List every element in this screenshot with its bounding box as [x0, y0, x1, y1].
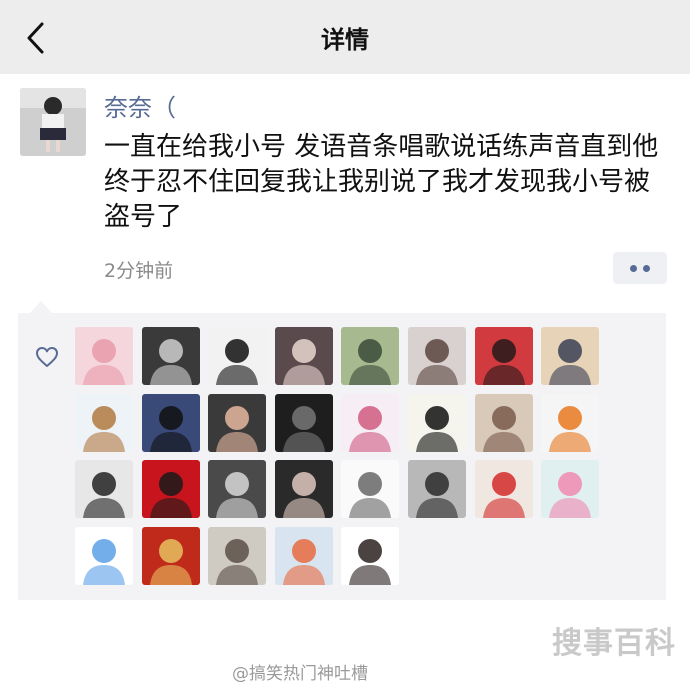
pink-hair-girl-avatar-icon	[541, 460, 599, 518]
liker-avatar[interactable]	[408, 394, 466, 452]
liker-avatar[interactable]	[142, 460, 200, 518]
liker-avatar[interactable]	[408, 327, 466, 385]
author-avatar[interactable]	[20, 88, 86, 156]
more-options-button[interactable]	[613, 252, 667, 284]
post-text: 一直在给我小号 发语音条唱歌说话练声音直到他终于忍不住回复我让我别说了我才发现我…	[104, 132, 659, 232]
chibi-girl-avatar-icon	[341, 394, 399, 452]
retro-anime-girl-avatar-icon	[475, 327, 533, 385]
liker-avatar[interactable]	[541, 394, 599, 452]
liker-avatar[interactable]	[75, 527, 133, 585]
page-title: 详情	[321, 26, 369, 54]
liker-avatar[interactable]	[341, 527, 399, 585]
liker-avatar[interactable]	[142, 527, 200, 585]
liker-avatar[interactable]	[541, 460, 599, 518]
anime-girl-pink-avatar-icon	[75, 327, 133, 385]
likes-arrow	[30, 301, 52, 313]
heart-icon	[34, 345, 60, 369]
girl-mirror-avatar-icon	[408, 460, 466, 518]
oreo-avatar-icon	[341, 527, 399, 585]
dark-hair-girl-avatar-icon	[275, 460, 333, 518]
manga-girl-bw-avatar-icon	[208, 327, 266, 385]
selfie-girl-avatar-icon	[275, 327, 333, 385]
pig-photo-avatar-icon	[208, 394, 266, 452]
post-timestamp: 2分钟前	[104, 260, 174, 282]
dot-icon	[630, 265, 637, 272]
puppy-car-avatar-icon	[208, 527, 266, 585]
weibo-watermark: @搞笑热门神吐槽	[232, 664, 368, 684]
liker-avatar[interactable]	[341, 327, 399, 385]
liker-avatar[interactable]	[275, 460, 333, 518]
liker-avatar[interactable]	[208, 327, 266, 385]
liker-avatar[interactable]	[541, 327, 599, 385]
top-nav-bar: 详情	[0, 0, 690, 74]
boy-blue-avatar-icon	[142, 394, 200, 452]
liker-avatar[interactable]	[475, 394, 533, 452]
anime-boy-green-avatar-icon	[341, 327, 399, 385]
girl-photo-avatar-icon	[20, 88, 86, 156]
liker-avatar[interactable]	[75, 460, 133, 518]
liker-avatar[interactable]	[142, 394, 200, 452]
liker-avatar[interactable]	[275, 394, 333, 452]
site-logo-watermark: 搜事百科	[552, 626, 676, 661]
liker-avatar[interactable]	[75, 394, 133, 452]
liker-avatar[interactable]	[275, 327, 333, 385]
girl-portrait-avatar-icon	[408, 327, 466, 385]
anime-girl-orange-avatar-icon	[275, 527, 333, 585]
liker-avatar[interactable]	[208, 460, 266, 518]
red-luck-avatar-icon	[142, 460, 200, 518]
liker-avatar[interactable]	[208, 394, 266, 452]
liker-avatar[interactable]	[75, 327, 133, 385]
cat-photo-avatar-icon	[142, 527, 200, 585]
liker-avatar[interactable]	[275, 527, 333, 585]
girl-cat-hat-avatar-icon	[75, 460, 133, 518]
sketch-girl-avatar-icon	[341, 460, 399, 518]
manga-boy-avatar-icon	[208, 460, 266, 518]
liker-avatar[interactable]	[341, 394, 399, 452]
pumpkin-avatar-icon	[541, 394, 599, 452]
liker-avatar[interactable]	[408, 460, 466, 518]
liker-avatar[interactable]	[341, 460, 399, 518]
bird-face-avatar-icon	[75, 527, 133, 585]
liker-avatar[interactable]	[208, 527, 266, 585]
liker-avatar[interactable]	[475, 460, 533, 518]
dark-hand-avatar-icon	[275, 394, 333, 452]
dot-icon	[643, 265, 650, 272]
red-party-avatar-icon	[475, 460, 533, 518]
liker-avatar[interactable]	[142, 327, 200, 385]
liker-avatar[interactable]	[475, 327, 533, 385]
crayon-shinchan-avatar-icon	[408, 394, 466, 452]
anime-girl-dark-avatar-icon	[142, 327, 200, 385]
peppa-bear-avatar-icon	[75, 394, 133, 452]
author-name[interactable]: 奈奈（	[104, 88, 176, 123]
illustrated-girl-avatar-icon	[541, 327, 599, 385]
girl-room-photo-avatar-icon	[475, 394, 533, 452]
